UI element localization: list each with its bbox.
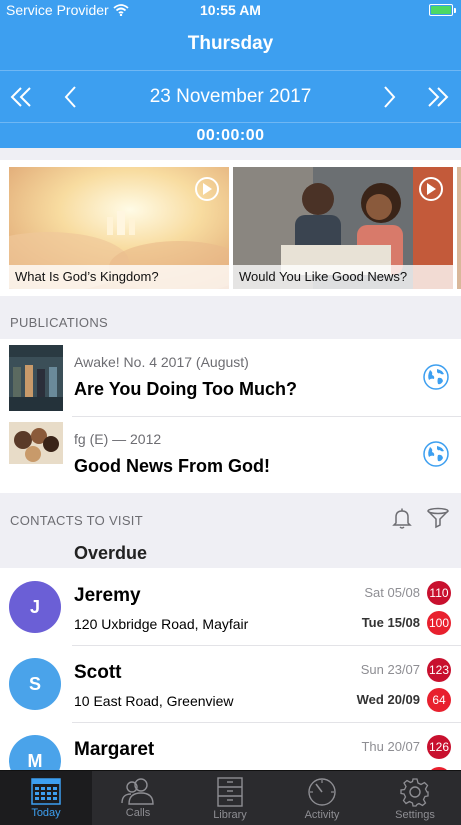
list-item[interactable]: fg (E) — 2012 Good News From God! (0, 416, 461, 493)
publication-cover (9, 422, 63, 488)
last-visit-date: Thu 20/07 (361, 739, 420, 754)
tab-library[interactable]: Library (184, 771, 276, 825)
contact-name: Margaret (74, 739, 155, 760)
play-icon (203, 183, 212, 195)
publication-meta: Awake! No. 4 2017 (August) (74, 354, 249, 370)
battery-icon (429, 4, 456, 16)
gear-icon (400, 778, 429, 807)
video-caption: Would You Like Good News? (233, 265, 453, 289)
publications-list: Awake! No. 4 2017 (August) Are You Doing… (0, 339, 461, 493)
avatar: J (9, 581, 61, 633)
days-badge: 110 (427, 581, 451, 605)
awake-cover-image (9, 345, 63, 411)
contact-name: Scott (74, 662, 122, 683)
contacts-header: CONTACTS TO VISIT Overdue (0, 494, 461, 568)
contact-name: Jeremy (74, 585, 141, 606)
tab-settings[interactable]: Settings (369, 771, 461, 825)
video-carousel: What Is God’s Kingdom? Would You Like Go… (0, 160, 461, 296)
tab-label: Activity (304, 809, 340, 821)
contacts-list: J Jeremy 120 Uxbridge Road, Mayfair Sat … (0, 568, 461, 778)
publication-cover (9, 345, 63, 411)
globe-icon[interactable] (423, 441, 449, 467)
next-visit-date: Wed 20/09 (356, 692, 420, 707)
publication-meta: fg (E) — 2012 (74, 431, 162, 447)
contacts-heading: CONTACTS TO VISIT (10, 513, 143, 528)
avatar: S (9, 658, 61, 710)
days-badge: 64 (427, 688, 451, 712)
page-title: Thursday (187, 33, 274, 54)
contact-row-jeremy[interactable]: J Jeremy 120 Uxbridge Road, Mayfair Sat … (0, 568, 461, 645)
app-screen: Service Provider 10:55 AM Thursday 23 No… (0, 0, 461, 825)
good-news-cover-image (9, 422, 63, 488)
people-icon (121, 778, 154, 805)
publications-header: PUBLICATIONS (10, 315, 108, 330)
tab-label: Calls (125, 807, 151, 819)
publication-title: Are You Doing Too Much? (74, 379, 297, 399)
tab-activity[interactable]: Activity (276, 771, 368, 825)
tab-calls[interactable]: Calls (92, 771, 184, 825)
video-card-partial[interactable] (457, 167, 461, 289)
filter-icon[interactable] (426, 506, 450, 530)
chevron-right-icon (384, 86, 396, 108)
ministry-timer[interactable]: 00:00:00 (0, 122, 461, 148)
tab-today[interactable]: Today (0, 771, 92, 825)
tab-label: Today (31, 807, 61, 819)
tab-label: Settings (395, 809, 435, 821)
contact-address: 120 Uxbridge Road, Mayfair (74, 616, 249, 632)
play-icon (427, 183, 436, 195)
next-month-button[interactable] (421, 81, 455, 113)
play-button[interactable] (419, 177, 443, 201)
calendar-icon (31, 778, 61, 805)
double-chevron-right-icon (428, 87, 449, 107)
next-day-button[interactable] (372, 81, 406, 113)
contact-row-scott[interactable]: S Scott 10 East Road, Greenview Sun 23/0… (0, 645, 461, 722)
status-bar: Service Provider 10:55 AM (0, 0, 461, 22)
gauge-icon (308, 778, 336, 806)
play-button[interactable] (195, 177, 219, 201)
cabinet-icon (217, 777, 243, 807)
days-badge: 126 (427, 735, 451, 759)
next-visit-date: Tue 15/08 (361, 615, 420, 630)
last-visit-date: Sun 23/07 (360, 662, 420, 677)
video-card-kingdom[interactable]: What Is God’s Kingdom? (9, 167, 229, 289)
video-card-good-news[interactable]: Would You Like Good News? (233, 167, 453, 289)
publication-title: Good News From God! (74, 456, 270, 476)
date-navigator: 23 November 2017 (0, 70, 461, 122)
days-badge: 100 (427, 611, 451, 635)
list-item[interactable]: Awake! No. 4 2017 (August) Are You Doing… (0, 339, 461, 416)
last-visit-date: Sat 05/08 (364, 585, 420, 600)
header: Service Provider 10:55 AM Thursday 23 No… (0, 0, 461, 148)
days-badge: 123 (427, 658, 451, 682)
globe-icon[interactable] (423, 364, 449, 390)
group-heading: Overdue (74, 543, 148, 563)
tab-bar: Today Calls Library Activity Settings (0, 770, 461, 825)
bell-icon[interactable] (390, 506, 414, 530)
video-caption: What Is God’s Kingdom? (9, 265, 229, 289)
status-time: 10:55 AM (200, 2, 261, 18)
contact-address: 10 East Road, Greenview (74, 693, 234, 709)
tab-label: Library (213, 809, 247, 821)
